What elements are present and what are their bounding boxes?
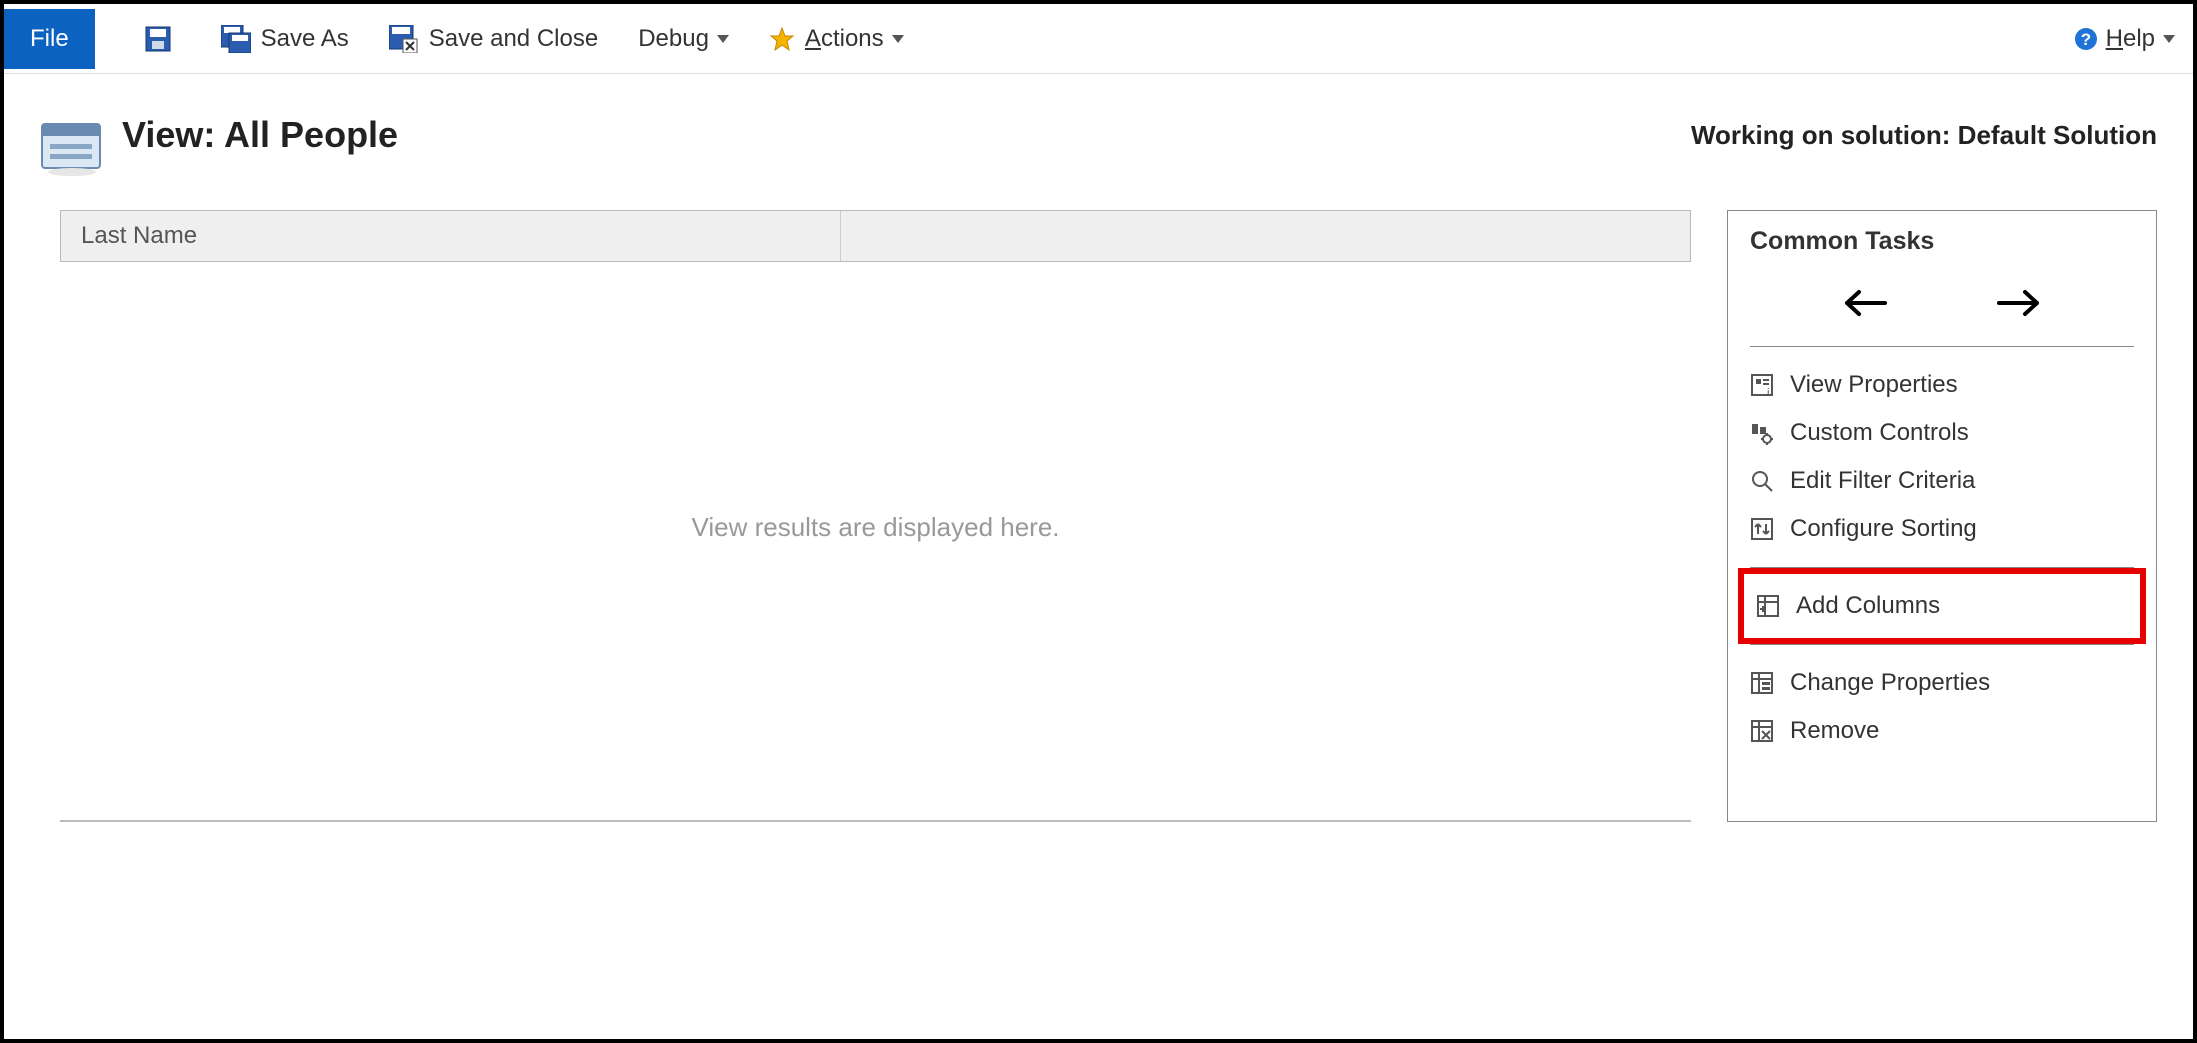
task-custom-controls[interactable]: Custom Controls (1728, 409, 2156, 457)
task-label: Edit Filter Criteria (1790, 467, 1975, 495)
task-group-3: Change Properties Remove (1728, 645, 2156, 769)
add-column-icon (1756, 594, 1780, 618)
chevron-down-icon (2163, 35, 2175, 43)
nav-forward-button[interactable] (1995, 288, 2043, 318)
main-area: Last Name View results are displayed her… (4, 190, 2193, 842)
arrow-right-icon (1995, 288, 2043, 318)
nav-back-button[interactable] (1841, 288, 1889, 318)
save-icon (145, 26, 171, 52)
help-icon: ? (2074, 27, 2098, 51)
task-label: Add Columns (1796, 592, 1940, 620)
solution-label: Working on solution: Default Solution (1691, 120, 2157, 151)
actions-label: Actions (805, 25, 884, 53)
results-grid: Last Name View results are displayed her… (60, 210, 1691, 822)
page-title: View: All People (122, 114, 398, 156)
common-tasks-panel: Common Tasks i View Properties (1727, 210, 2157, 822)
task-label: View Properties (1790, 371, 1958, 399)
save-close-icon (389, 25, 419, 53)
task-group-1: i View Properties Custom Controls Edit F… (1728, 347, 2156, 567)
chevron-down-icon (717, 35, 729, 43)
grid-header: Last Name (60, 210, 1691, 262)
save-as-label: Save As (261, 25, 349, 53)
arrow-left-icon (1841, 288, 1889, 318)
header: View: All People Working on solution: De… (4, 74, 2193, 190)
star-icon (769, 26, 795, 52)
column-header[interactable]: Last Name (61, 211, 841, 261)
task-configure-sorting[interactable]: Configure Sorting (1728, 505, 2156, 553)
task-remove[interactable]: Remove (1728, 707, 2156, 755)
save-close-label: Save and Close (429, 25, 598, 53)
search-icon (1750, 469, 1774, 493)
svg-text:?: ? (2080, 30, 2090, 49)
task-label: Custom Controls (1790, 419, 1969, 447)
save-as-button[interactable]: Save As (221, 25, 349, 53)
file-menu[interactable]: File (4, 9, 95, 69)
task-label: Change Properties (1790, 669, 1990, 697)
chevron-down-icon (892, 35, 904, 43)
task-group-2: Add Columns (1744, 574, 2140, 638)
help-menu[interactable]: ? Help (2074, 25, 2175, 53)
change-props-icon (1750, 671, 1774, 695)
actions-menu[interactable]: Actions (769, 25, 904, 53)
column-header-label: Last Name (81, 222, 197, 250)
grid-placeholder: View results are displayed here. (691, 512, 1059, 543)
debug-menu[interactable]: Debug (638, 25, 729, 53)
app-frame: File Save As Save and Close Debug (0, 0, 2197, 1043)
toolbar: File Save As Save and Close Debug (4, 4, 2193, 74)
save-as-icon (221, 25, 251, 53)
add-columns-highlight: Add Columns (1738, 568, 2146, 644)
file-label: File (30, 25, 69, 53)
task-label: Configure Sorting (1790, 515, 1977, 543)
svg-text:i: i (1767, 387, 1769, 397)
save-and-close-button[interactable]: Save and Close (389, 25, 598, 53)
nav-arrows (1728, 276, 2156, 346)
sort-icon (1750, 517, 1774, 541)
task-add-columns[interactable]: Add Columns (1744, 582, 2140, 630)
sidebar-title: Common Tasks (1728, 221, 2156, 276)
task-change-properties[interactable]: Change Properties (1728, 659, 2156, 707)
task-view-properties[interactable]: i View Properties (1728, 361, 2156, 409)
properties-icon: i (1750, 373, 1774, 397)
debug-label: Debug (638, 25, 709, 53)
task-edit-filter[interactable]: Edit Filter Criteria (1728, 457, 2156, 505)
grid-body: View results are displayed here. (60, 262, 1691, 822)
save-button[interactable] (145, 26, 181, 52)
task-label: Remove (1790, 717, 1879, 745)
remove-icon (1750, 719, 1774, 743)
help-label: Help (2106, 25, 2155, 53)
controls-icon (1750, 421, 1774, 445)
view-icon (40, 120, 104, 180)
